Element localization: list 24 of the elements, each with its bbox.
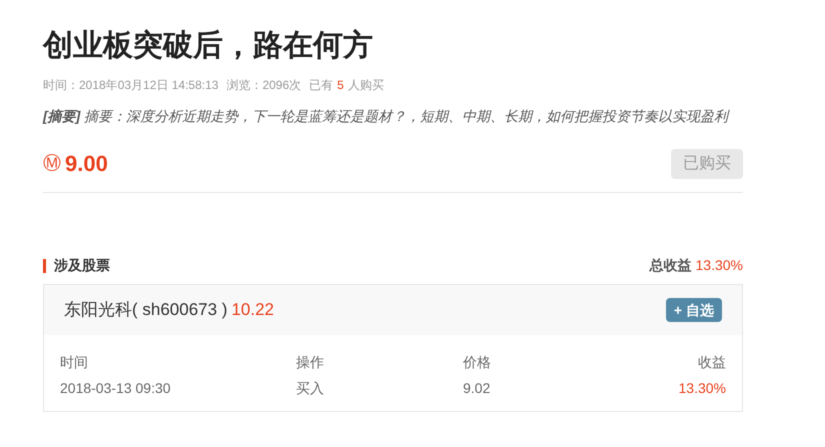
- view-count: 浏览：2096次: [226, 77, 302, 94]
- coin-icon: Ⓜ: [43, 150, 61, 177]
- price: 9.00: [65, 150, 108, 178]
- buyers-label: 已有: [309, 77, 334, 94]
- column-header: 时间: [60, 353, 89, 372]
- stock-price: 10.22: [231, 299, 274, 322]
- total-return-label: 总收益: [650, 256, 692, 275]
- table-cell-text: 买入: [296, 379, 325, 398]
- buyers-label: 人购买: [348, 77, 384, 94]
- total-return-value: 13.30%: [696, 256, 743, 275]
- table-cell-text: 9.02: [463, 379, 492, 398]
- table-cell-text: 2018-03-13 09:30: [60, 379, 172, 398]
- add-watchlist-button[interactable]: + 自选: [666, 298, 722, 322]
- section-title: 涉及股票: [54, 256, 110, 275]
- article-title: 创业板突破后，路在何方: [43, 28, 374, 64]
- stock-name: 东阳光科( sh600673 ): [64, 299, 228, 322]
- column-header: 收益: [698, 353, 726, 372]
- summary-text: [摘要] 摘要：深度分析近期走势，下一轮是蓝筹还是题材？，短期、中期、长期，如何把握投资节奏以实现盈利: [43, 107, 731, 126]
- buyers-count: 5: [337, 77, 344, 94]
- table-cell-text: 13.30%: [678, 379, 726, 398]
- column-header: 价格: [463, 353, 492, 372]
- section-marker: [43, 258, 46, 272]
- column-header: 操作: [296, 353, 325, 372]
- publish-time: 时间：2018年03月12日 14:58:13: [43, 77, 218, 94]
